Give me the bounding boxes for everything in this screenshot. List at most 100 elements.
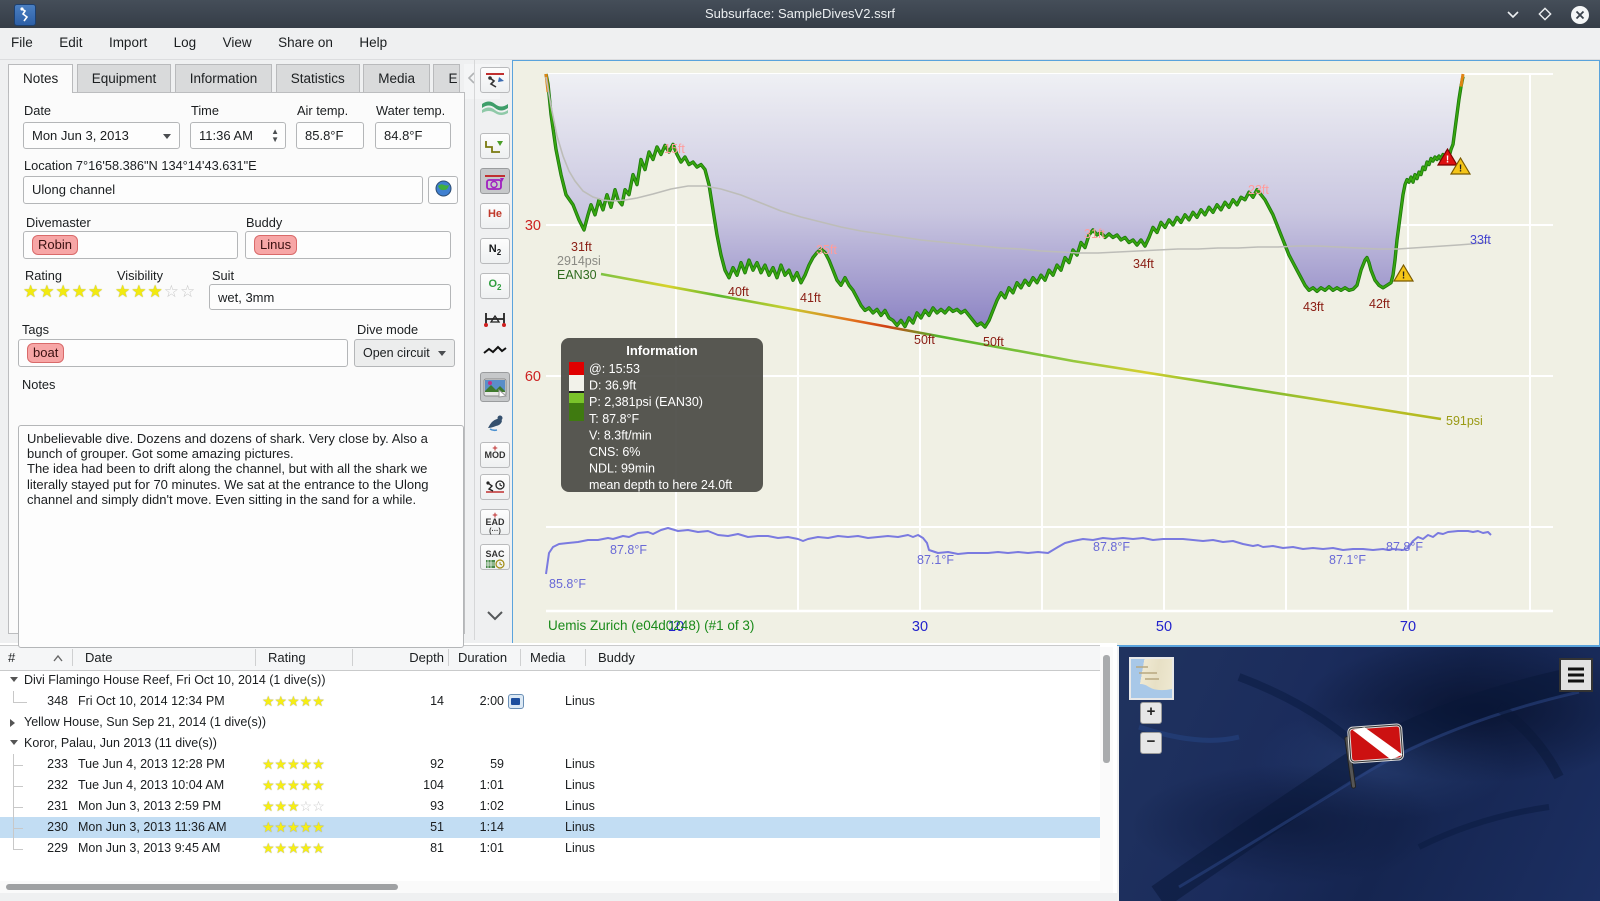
tab-notes[interactable]: Notes [8,64,74,93]
visibility-stars[interactable]: ★★★☆☆ [115,282,196,302]
svg-text:591psi: 591psi [1446,414,1483,428]
scrollbar-thumb[interactable] [6,884,398,890]
tag-chip[interactable]: boat [27,343,65,363]
dive-flag-marker[interactable] [1319,707,1429,797]
trip-row[interactable]: Koror, Palau, Jun 2013 (11 dive(s)) [0,733,1100,754]
map-layers-button[interactable] [1559,658,1593,692]
ruler-icon[interactable] [480,306,510,332]
tab-extra[interactable]: E [433,64,461,93]
dive-row[interactable]: 229 Mon Jun 3, 2013 9:45 AM ★★★★★ 81 1:0… [0,838,1100,859]
scroll-down-icon[interactable] [480,605,510,631]
dive-list-vertical-scrollbar[interactable] [1100,647,1113,893]
svg-text:42ft: 42ft [1369,297,1390,311]
map-zoom-out-button[interactable]: − [1140,732,1162,754]
helium-graph-icon[interactable]: He [480,203,510,229]
col-rating[interactable]: Rating [268,650,306,665]
dive-row[interactable]: 348 Fri Oct 10, 2014 12:34 PM ★★★★★ 14 2… [0,691,1100,712]
mod-icon[interactable]: + MOD [480,442,510,468]
close-icon[interactable] [1570,5,1589,24]
expander-icon[interactable] [10,677,18,682]
time-field[interactable]: 11:36 AM ▲ ▼ [190,122,286,149]
svg-text:Information: Information [626,343,698,358]
svg-text:34ft: 34ft [1133,257,1154,271]
tab-equipment[interactable]: Equipment [76,64,172,93]
col-number[interactable]: # [8,650,15,665]
menu-share-on[interactable]: Share on [267,28,344,50]
trip-row[interactable]: Divi Flamingo House Reef, Fri Oct 10, 20… [0,670,1100,691]
maximize-icon[interactable] [1536,5,1554,23]
menu-log[interactable]: Log [163,28,208,50]
svg-text:T: 87.8°F: T: 87.8°F [589,412,640,426]
tab-media[interactable]: Media [363,64,430,93]
svg-text:31ft: 31ft [1084,227,1105,241]
divemaster-chip[interactable]: Robin [32,235,78,255]
expander-icon[interactable] [10,740,18,745]
menu-view[interactable]: View [212,28,263,50]
col-date[interactable]: Date [85,650,112,665]
buddy-label: Buddy [246,215,283,230]
tab-information[interactable]: Information [174,64,273,93]
svg-text:@: 15:53: @: 15:53 [589,362,640,376]
svg-text:P: 2,381psi (EAN30): P: 2,381psi (EAN30) [589,395,703,409]
svg-text:CNS: 6%: CNS: 6% [589,445,640,459]
deco-time-icon[interactable] [480,474,510,500]
dive-computer-download-icon[interactable] [480,67,510,93]
dive-row[interactable]: 232 Tue Jun 4, 2013 10:04 AM ★★★★★ 104 1… [0,775,1100,796]
minimize-icon[interactable] [1504,5,1522,23]
svg-text:EAN30: EAN30 [557,268,597,282]
waves-icon[interactable] [480,96,510,122]
svg-text:35ft: 35ft [816,243,837,257]
menu-file[interactable]: File [0,28,44,50]
dive-profile-chart[interactable]: 30 60 10 30 50 70 15ft 31ft 2914psi EAN30 40ft 41ft… [512,60,1600,646]
menu-import[interactable]: Import [98,28,158,50]
map-zoom-in-button[interactable]: + [1140,702,1162,724]
nitrogen-graph-icon[interactable]: N2 [480,238,510,264]
dive-row-selected[interactable]: 230 Mon Jun 3, 2013 11:36 AM ★★★★★ 51 1:… [0,817,1100,838]
svg-text:60: 60 [525,369,541,385]
svg-text:50ft: 50ft [914,333,935,347]
spinner-icons[interactable]: ▲ ▼ [271,128,279,144]
globe-button[interactable] [428,176,458,204]
dive-mode-select[interactable]: Open circuit [354,339,455,367]
col-depth[interactable]: Depth [360,650,444,665]
dive-row[interactable]: 231 Mon Jun 3, 2013 2:59 PM ★★★☆☆ 93 1:0… [0,796,1100,817]
col-buddy[interactable]: Buddy [598,650,635,665]
notes-textarea[interactable]: Unbelievable dive. Dozens and dozens of … [18,425,464,648]
oxygen-graph-icon[interactable]: O2 [480,273,510,299]
overview-map-thumbnail[interactable] [1129,657,1174,700]
profile-markers-icon[interactable] [480,133,510,159]
menu-help[interactable]: Help [348,28,398,50]
air-temp-field[interactable]: 85.8°F [296,122,364,149]
buddy-field[interactable]: Linus [245,231,451,259]
menu-edit[interactable]: Edit [48,28,93,50]
date-field[interactable]: Mon Jun 3, 2013 [23,122,180,149]
scrollbar-thumb[interactable] [1103,655,1110,763]
divemaster-label: Divemaster [26,215,91,230]
rating-stars[interactable]: ★★★★★ [23,282,104,302]
diver-icon[interactable] [480,410,510,436]
svg-text:50: 50 [1156,619,1172,635]
media-icon[interactable] [508,694,524,709]
dive-row[interactable]: 233 Tue Jun 4, 2013 12:28 PM ★★★★★ 92 59… [0,754,1100,775]
water-temp-field[interactable]: 84.8°F [375,122,451,149]
expander-icon[interactable] [10,719,15,727]
dive-site-map[interactable]: + − [1119,646,1600,901]
show-photos-icon[interactable] [480,372,510,402]
window-title: Subsurface: SampleDivesV2.ssrf [704,6,896,21]
dive-list-horizontal-scrollbar[interactable] [0,881,1100,893]
tab-statistics[interactable]: Statistics [275,64,360,93]
sac-icon[interactable]: SAC [480,544,510,570]
location-field[interactable]: Ulong channel [23,176,423,204]
trip-row[interactable]: Yellow House, Sun Sep 21, 2014 (1 dive(s… [0,712,1100,733]
buddy-chip[interactable]: Linus [254,235,298,255]
divemaster-field[interactable]: Robin [23,231,238,259]
col-media[interactable]: Media [530,650,565,665]
show-ceiling-icon[interactable] [480,168,510,194]
svg-text:23ft: 23ft [1248,183,1269,197]
col-duration[interactable]: Duration [458,650,507,665]
suit-field[interactable]: wet, 3mm [209,284,451,310]
ead-icon[interactable]: + EAD (···) [480,509,510,535]
tags-field[interactable]: boat [18,339,348,367]
heart-rate-icon[interactable] [480,340,510,366]
svg-text:31ft: 31ft [571,240,592,254]
